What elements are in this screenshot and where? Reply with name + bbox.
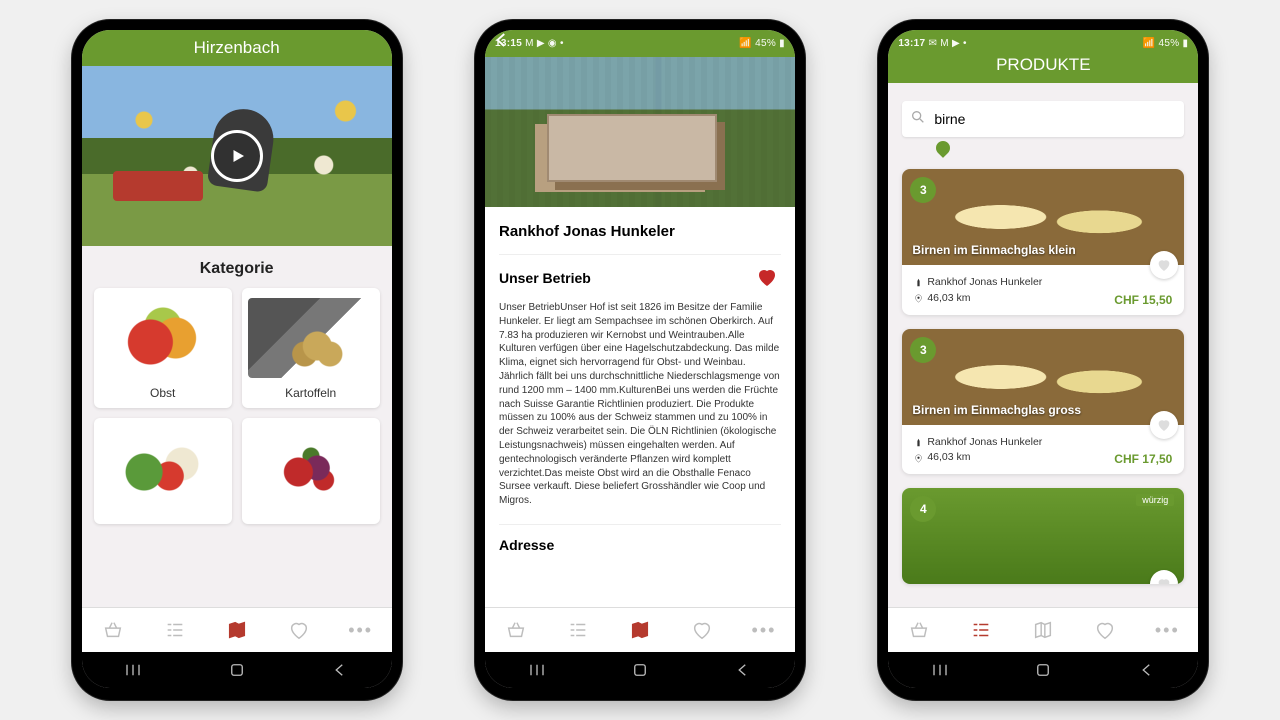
category-card[interactable]: Obst	[94, 288, 232, 408]
search-marker-icon	[933, 138, 953, 158]
farm-aerial-image	[485, 57, 795, 207]
favorite-toggle[interactable]	[1150, 411, 1178, 439]
android-nav	[485, 652, 795, 688]
play-icon[interactable]	[211, 130, 263, 182]
recent-apps-icon[interactable]	[122, 659, 144, 681]
product-card[interactable]: 3 Birnen im Einmachglas klein Rankhof Jo…	[902, 169, 1184, 315]
product-tag: würzig	[1136, 494, 1174, 506]
section-heading: Kategorie	[82, 260, 392, 278]
address-heading: Adresse	[499, 524, 781, 553]
product-image: 3 Birnen im Einmachglas klein	[902, 169, 1184, 265]
home-icon[interactable]	[226, 659, 248, 681]
page-title: PRODUKTE	[888, 55, 1198, 75]
nav-more-icon[interactable]: •••	[751, 617, 777, 643]
app-header: Hirzenbach	[82, 30, 392, 66]
bottom-nav: •••	[82, 607, 392, 652]
back-icon[interactable]	[732, 659, 754, 681]
product-name: Birnen im Einmachglas klein	[912, 243, 1075, 257]
category-card[interactable]	[94, 418, 232, 524]
bottom-nav: •••	[485, 607, 795, 652]
nav-list-icon[interactable]	[162, 617, 188, 643]
product-image: 3 Birnen im Einmachglas gross	[902, 329, 1184, 425]
nav-list-icon[interactable]	[968, 617, 994, 643]
category-label: Obst	[150, 386, 175, 400]
product-price: CHF 15,50	[1114, 293, 1172, 307]
page-title: Hirzenbach	[82, 38, 392, 58]
nav-more-icon[interactable]: •••	[1154, 617, 1180, 643]
search-field[interactable]	[902, 101, 1184, 137]
product-card[interactable]: 3 Birnen im Einmachglas gross Rankhof Jo…	[902, 329, 1184, 475]
home-icon[interactable]	[1032, 659, 1054, 681]
category-image	[100, 298, 226, 378]
nav-heart-icon[interactable]	[689, 617, 715, 643]
home-icon[interactable]	[629, 659, 651, 681]
bottom-nav: •••	[888, 607, 1198, 652]
nav-map-icon[interactable]	[224, 617, 250, 643]
product-badge: 3	[910, 177, 936, 203]
category-label: Kartoffeln	[285, 386, 336, 400]
category-card[interactable]	[242, 418, 380, 524]
category-card[interactable]: Kartoffeln	[242, 288, 380, 408]
product-farm: Rankhof Jonas Hunkeler	[914, 435, 1042, 451]
back-icon[interactable]	[329, 659, 351, 681]
status-bar: 13:17 ✉ M ▶ • 📶 45% ▮	[888, 36, 1198, 53]
search-icon	[910, 109, 932, 130]
nav-heart-icon[interactable]	[1092, 617, 1118, 643]
product-distance: 46,03 km	[914, 450, 1042, 466]
product-card[interactable]: 4 würzig	[902, 488, 1184, 584]
nav-more-icon[interactable]: •••	[348, 617, 374, 643]
favorite-toggle[interactable]	[1150, 570, 1178, 584]
hero-video[interactable]	[82, 66, 392, 246]
phone-frame-3: 13:17 ✉ M ▶ • 📶 45% ▮ PRODUKTE 3 Birnen …	[878, 20, 1208, 700]
nav-basket-icon[interactable]	[503, 617, 529, 643]
nav-basket-icon[interactable]	[100, 617, 126, 643]
farm-title: Rankhof Jonas Hunkeler	[499, 223, 781, 240]
phone-frame-1: Hirzenbach Kategorie Obst Kartoffeln •••	[72, 20, 402, 700]
favorite-button[interactable]	[755, 265, 781, 291]
category-image	[248, 428, 374, 508]
search-input[interactable]	[932, 110, 1176, 128]
category-image	[100, 428, 226, 508]
status-bar: 13:15 M ▶ ◉ • 📶 45% ▮	[485, 36, 795, 53]
product-distance: 46,03 km	[914, 291, 1042, 307]
nav-basket-icon[interactable]	[906, 617, 932, 643]
nav-list-icon[interactable]	[565, 617, 591, 643]
nav-map-icon[interactable]	[627, 617, 653, 643]
product-price: CHF 17,50	[1114, 452, 1172, 466]
product-image: 4 würzig	[902, 488, 1184, 584]
section-heading: Unser Betrieb	[499, 270, 591, 286]
product-badge: 4	[910, 496, 936, 522]
back-button[interactable]	[493, 31, 511, 49]
category-image	[248, 298, 374, 378]
android-nav	[82, 652, 392, 688]
recent-apps-icon[interactable]	[526, 659, 548, 681]
nav-map-icon[interactable]	[1030, 617, 1056, 643]
phone-frame-2: 13:15 M ▶ ◉ • 📶 45% ▮ Rankhof Jonas Hunk…	[475, 20, 805, 700]
android-nav	[888, 652, 1198, 688]
product-name: Birnen im Einmachglas gross	[912, 403, 1081, 417]
nav-heart-icon[interactable]	[286, 617, 312, 643]
app-header: 13:17 ✉ M ▶ • 📶 45% ▮ PRODUKTE	[888, 30, 1198, 83]
product-farm: Rankhof Jonas Hunkeler	[914, 275, 1042, 291]
recent-apps-icon[interactable]	[929, 659, 951, 681]
farm-description: Unser BetriebUnser Hof ist seit 1826 im …	[499, 301, 781, 508]
back-icon[interactable]	[1136, 659, 1158, 681]
app-header: 13:15 M ▶ ◉ • 📶 45% ▮	[485, 30, 795, 57]
product-badge: 3	[910, 337, 936, 363]
